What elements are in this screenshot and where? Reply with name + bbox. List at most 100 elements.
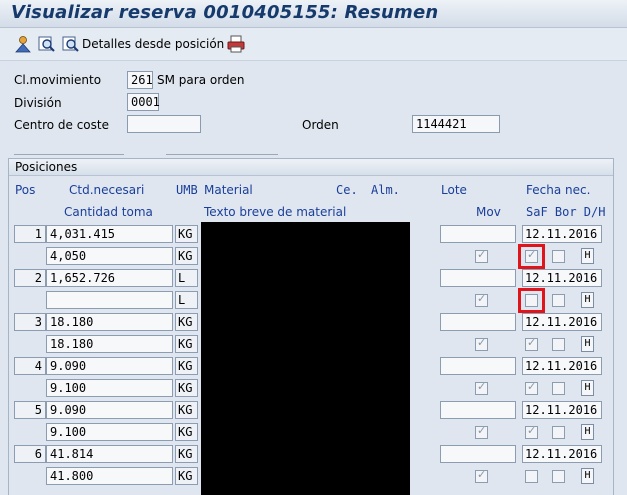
position-number: 4 (14, 357, 46, 375)
division-field[interactable]: 0001 (127, 93, 160, 111)
required-qty-field[interactable]: 18.180 (46, 313, 173, 331)
positions-header: Posiciones (9, 159, 613, 176)
umb-field: KG (175, 467, 198, 485)
position-number: 1 (14, 225, 46, 243)
position-number: 3 (14, 313, 46, 331)
required-qty-field[interactable]: 41.814 (46, 445, 173, 463)
lote-field[interactable] (440, 445, 516, 463)
find-icon[interactable] (38, 35, 56, 53)
umb-field: KG (175, 379, 198, 397)
dh-indicator[interactable]: H (581, 468, 594, 484)
taken-qty-field[interactable]: 4,050 (46, 247, 173, 265)
dh-indicator[interactable]: H (581, 336, 594, 352)
col-material[interactable]: Material (204, 183, 253, 197)
bor-checkbox[interactable] (552, 250, 565, 263)
col-cant-toma[interactable]: Cantidad toma (64, 205, 153, 219)
required-qty-field[interactable]: 9.090 (46, 401, 173, 419)
position-number: 6 (14, 445, 46, 463)
details-icon (62, 35, 80, 53)
date-field[interactable]: 12.11.2016 (522, 269, 602, 287)
dh-indicator[interactable]: H (581, 248, 594, 264)
umb-field: KG (175, 357, 198, 375)
ceco-label: Centro de coste (14, 118, 109, 132)
application-toolbar: Detalles desde posición (0, 28, 627, 61)
mov-checkbox[interactable] (475, 380, 488, 395)
lote-field[interactable] (440, 225, 516, 243)
highlight-box (518, 288, 545, 313)
col-fecha[interactable]: Fecha nec. (526, 183, 590, 197)
details-label: Detalles desde posición (82, 37, 225, 51)
required-qty-field[interactable]: 9.090 (46, 357, 173, 375)
position-number: 5 (14, 401, 46, 419)
print-icon[interactable] (227, 35, 245, 53)
col-lote[interactable]: Lote (441, 183, 467, 197)
highlight-box (518, 244, 545, 269)
dh-indicator[interactable]: H (581, 380, 594, 396)
required-qty-field[interactable]: 1,652.726 (46, 269, 173, 287)
saf-checkbox[interactable] (525, 380, 538, 395)
taken-qty-field[interactable]: 18.180 (46, 335, 173, 353)
umb-field: KG (175, 335, 198, 353)
separator-line (166, 154, 278, 155)
person-icon[interactable] (14, 35, 32, 53)
date-field[interactable]: 12.11.2016 (522, 401, 602, 419)
lote-field[interactable] (440, 357, 516, 375)
col-ctd[interactable]: Ctd.necesari (69, 183, 144, 197)
details-button[interactable]: Detalles desde posición (62, 35, 224, 53)
bor-checkbox[interactable] (552, 470, 565, 483)
bor-checkbox[interactable] (552, 382, 565, 395)
positions-title: Posiciones (15, 160, 78, 174)
lote-field[interactable] (440, 313, 516, 331)
clmov-text: SM para orden (157, 73, 245, 87)
col-umb[interactable]: UMB (176, 183, 198, 197)
title-bar: Visualizar reserva 0010405155: Resumen (0, 0, 627, 28)
window-title: Visualizar reserva 0010405155: Resumen (11, 2, 439, 23)
col-ce[interactable]: Ce. (336, 183, 358, 197)
umb-field: KG (175, 247, 198, 265)
mov-checkbox[interactable] (475, 468, 488, 483)
dh-indicator[interactable]: H (581, 292, 594, 308)
redacted-area (201, 222, 410, 495)
col-saf-bor-dh[interactable]: SaF Bor D/H (526, 205, 605, 219)
col-alm[interactable]: Alm. (371, 183, 400, 197)
date-field[interactable]: 12.11.2016 (522, 357, 602, 375)
taken-qty-field[interactable]: 41.800 (46, 467, 173, 485)
clmov-label: Cl.movimiento (14, 73, 102, 87)
clmov-field[interactable]: 261 (127, 71, 153, 89)
saf-checkbox[interactable] (525, 424, 538, 439)
mov-checkbox[interactable] (475, 248, 488, 263)
ceco-field[interactable] (127, 115, 201, 133)
dh-indicator[interactable]: H (581, 424, 594, 440)
bor-checkbox[interactable] (552, 426, 565, 439)
umb-field: L (175, 291, 198, 309)
mov-checkbox[interactable] (475, 292, 488, 307)
mov-checkbox[interactable] (475, 424, 488, 439)
bor-checkbox[interactable] (552, 338, 565, 351)
bor-checkbox[interactable] (552, 294, 565, 307)
saf-checkbox[interactable] (525, 470, 538, 483)
taken-qty-field[interactable]: 9.100 (46, 423, 173, 441)
orden-field[interactable]: 1144421 (412, 115, 500, 133)
umb-field: KG (175, 401, 198, 419)
orden-label: Orden (302, 118, 339, 132)
taken-qty-field[interactable] (46, 291, 173, 309)
date-field[interactable]: 12.11.2016 (522, 313, 602, 331)
umb-field: KG (175, 445, 198, 463)
required-qty-field[interactable]: 4,031.415 (46, 225, 173, 243)
col-mov[interactable]: Mov (476, 205, 501, 219)
lote-field[interactable] (440, 269, 516, 287)
col-pos[interactable]: Pos (15, 183, 35, 197)
umb-field: KG (175, 313, 198, 331)
date-field[interactable]: 12.11.2016 (522, 225, 602, 243)
col-texto[interactable]: Texto breve de material (204, 205, 346, 219)
taken-qty-field[interactable]: 9.100 (46, 379, 173, 397)
umb-field: KG (175, 225, 198, 243)
lote-field[interactable] (440, 401, 516, 419)
division-label: División (14, 96, 62, 110)
separator-line (14, 154, 124, 155)
saf-checkbox[interactable] (525, 336, 538, 351)
position-number: 2 (14, 269, 46, 287)
mov-checkbox[interactable] (475, 336, 488, 351)
umb-field: KG (175, 423, 198, 441)
date-field[interactable]: 12.11.2016 (522, 445, 602, 463)
